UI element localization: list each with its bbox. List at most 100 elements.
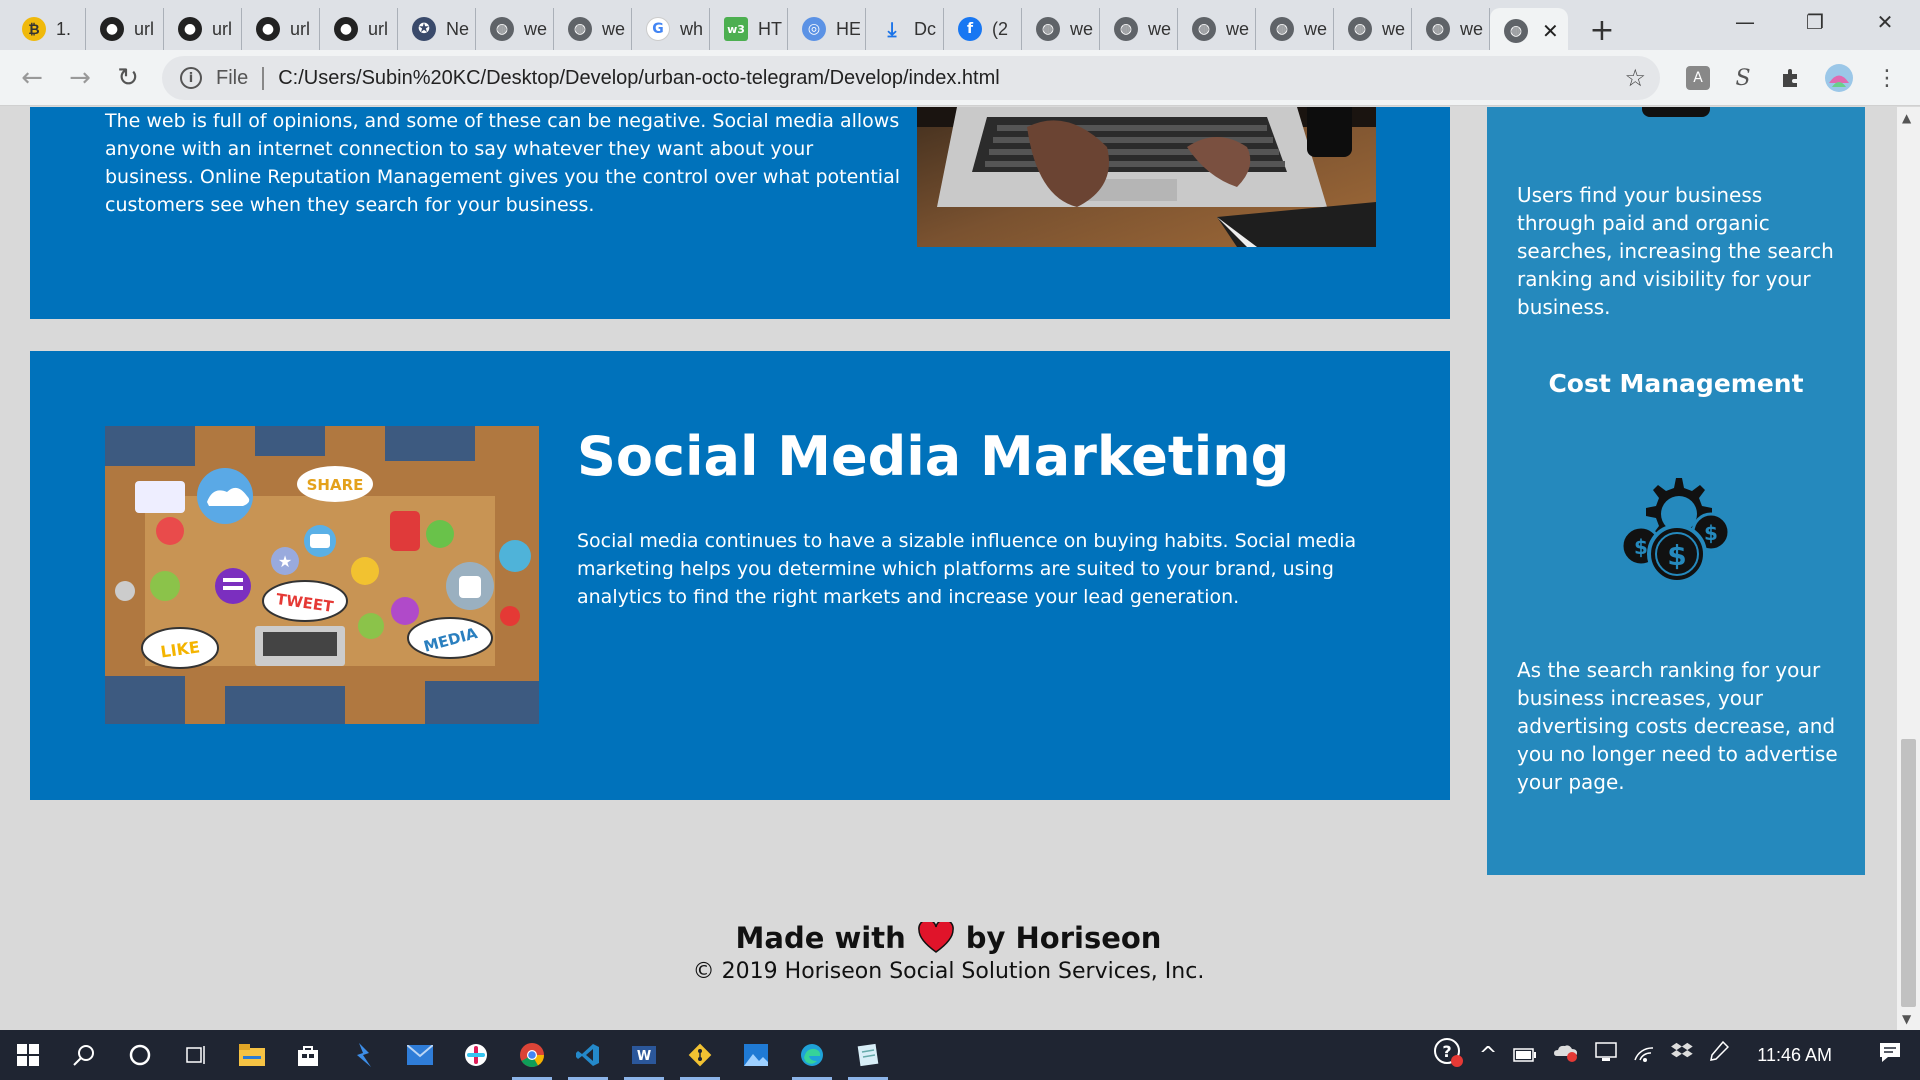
translate-extension-icon[interactable]: A [1686,66,1710,90]
close-window-button[interactable]: ✕ [1850,0,1920,44]
cost-management-icon: $ $ $ [1617,470,1735,588]
scroll-down-arrow-icon[interactable]: ▼ [1902,1012,1911,1026]
svg-text:$: $ [1667,539,1686,572]
benefit-icon-partial [1642,107,1710,117]
github-icon: ● [334,17,358,41]
power-automate-icon[interactable] [336,1030,392,1080]
tab-6[interactable]: ✪ Ne [398,8,476,50]
slack-icon[interactable] [448,1030,504,1080]
s-extension-icon[interactable]: S [1728,63,1758,93]
tab-16[interactable]: ◍ we [1178,8,1256,50]
scheme-label: File [216,66,265,90]
tab-15[interactable]: ◍ we [1100,8,1178,50]
social-media-text: Social media continues to have a sizable… [577,530,1357,608]
git-icon[interactable] [672,1030,728,1080]
battery-icon[interactable] [1513,1043,1537,1068]
extensions-area: A S ⋮ [1686,56,1920,100]
tab-2[interactable]: ● url [86,8,164,50]
tab-1[interactable]: ₿ 1. [8,8,86,50]
tab-17[interactable]: ◍ we [1256,8,1334,50]
tab-title: url [134,18,155,39]
tab-list: ₿ 1. ● url ● url ● url ● url ✪ Ne ◍ we ◍ we Gwh … [0,8,1568,54]
edge-icon[interactable] [784,1030,840,1080]
back-button[interactable]: ← [8,54,56,102]
tab-13[interactable]: f (2 [944,8,1022,50]
search-icon[interactable] [56,1030,112,1080]
mail-icon[interactable] [392,1030,448,1080]
chevron-up-icon[interactable]: ^ [1479,1043,1497,1068]
dropbox-icon[interactable] [1671,1042,1693,1068]
cortana-icon[interactable] [112,1030,168,1080]
github-icon: ● [178,17,202,41]
word-icon[interactable]: W [616,1030,672,1080]
github-icon: ● [100,17,124,41]
bookmark-star-icon[interactable]: ☆ [1624,64,1646,92]
social-media-heading: Social Media Marketing [577,425,1290,488]
globe-icon: ◍ [1426,17,1450,41]
pen-icon[interactable] [1709,1040,1730,1069]
puzzle-extensions-icon[interactable] [1776,63,1806,93]
tab-3[interactable]: ● url [164,8,242,50]
new-tab-button[interactable]: + [1582,10,1622,50]
reload-button[interactable]: ↻ [104,54,152,102]
help-icon[interactable]: ? [1433,1037,1463,1073]
notifications-icon[interactable] [1878,1040,1902,1070]
download-icon: ⤓ [887,17,897,41]
tab-11[interactable]: ◎ HE [788,8,866,50]
svg-text:$: $ [1704,521,1718,545]
globe-icon: ◍ [1270,17,1294,41]
globe-icon: ◍ [490,17,514,41]
info-icon[interactable]: i [180,67,202,89]
forward-button[interactable]: → [56,54,104,102]
globe-icon: ◍ [1504,19,1528,43]
social-media-card: SHARE ★ TWEET LIKE MEDIA Social Media Ma… [30,351,1450,800]
un-icon: ◎ [802,17,826,41]
address-bar[interactable]: i File C:/Users/Subin%20KC/Desktop/Devel… [162,56,1660,100]
tab-active[interactable]: ◍ ✕ [1490,8,1568,54]
tab-12[interactable]: ⤓ Dc [866,8,944,50]
photos-icon[interactable] [728,1030,784,1080]
vscode-icon[interactable] [560,1030,616,1080]
file-explorer-icon[interactable] [224,1030,280,1080]
onedrive-icon[interactable] [1553,1042,1579,1068]
tab-10[interactable]: w3 HT [710,8,788,50]
tab-title: (2 [992,18,1009,39]
restore-button[interactable]: ❐ [1780,0,1850,44]
tab-7[interactable]: ◍ we [476,8,554,50]
notepad-icon[interactable] [840,1030,896,1080]
lead-generation-text: Users find your business through paid an… [1517,183,1834,319]
reputation-card: The web is full of opinions, and some of… [30,107,1450,319]
tab-19[interactable]: ◍ we [1412,8,1490,50]
tab-title: url [368,18,389,39]
store-icon[interactable] [280,1030,336,1080]
page-scrollbar[interactable]: ▲ ▼ [1897,107,1920,1030]
scrollbar-thumb[interactable] [1901,739,1916,1007]
display-icon[interactable] [1595,1042,1618,1068]
seal-icon: ✪ [412,17,436,41]
tab-18[interactable]: ◍ we [1334,8,1412,50]
task-view-icon[interactable] [168,1030,224,1080]
footer-credit: Made with by Horiseon [0,921,1897,955]
w3-icon: w3 [724,17,748,41]
profile-avatar[interactable] [1824,63,1854,93]
tab-4[interactable]: ● url [242,8,320,50]
system-clock[interactable]: 11:46 AM [1757,1045,1832,1066]
scroll-up-arrow-icon[interactable]: ▲ [1902,111,1911,125]
url-text[interactable]: C:/Users/Subin%20KC/Desktop/Develop/urba… [278,67,999,90]
tab-8[interactable]: ◍ we [554,8,632,50]
globe-icon: ◍ [1348,17,1372,41]
tab-9[interactable]: Gwh [632,8,710,50]
wifi-icon[interactable] [1633,1043,1655,1068]
benefits-sidebar: Users find your business through paid an… [1487,107,1865,875]
minimize-button[interactable]: — [1710,0,1780,44]
chrome-icon[interactable] [504,1030,560,1080]
made-with-text: Made with [735,921,906,955]
tab-5[interactable]: ● url [320,8,398,50]
tab-14[interactable]: ◍ we [1022,8,1100,50]
windows-start-icon[interactable] [0,1030,56,1080]
page-viewport: The web is full of opinions, and some of… [0,107,1897,1030]
browser-toolbar: ← → ↻ i File C:/Users/Subin%20KC/Desktop… [0,50,1920,106]
tab-title: we [1226,18,1250,39]
menu-dots-icon[interactable]: ⋮ [1872,63,1902,93]
close-tab-icon[interactable]: ✕ [1542,19,1559,43]
